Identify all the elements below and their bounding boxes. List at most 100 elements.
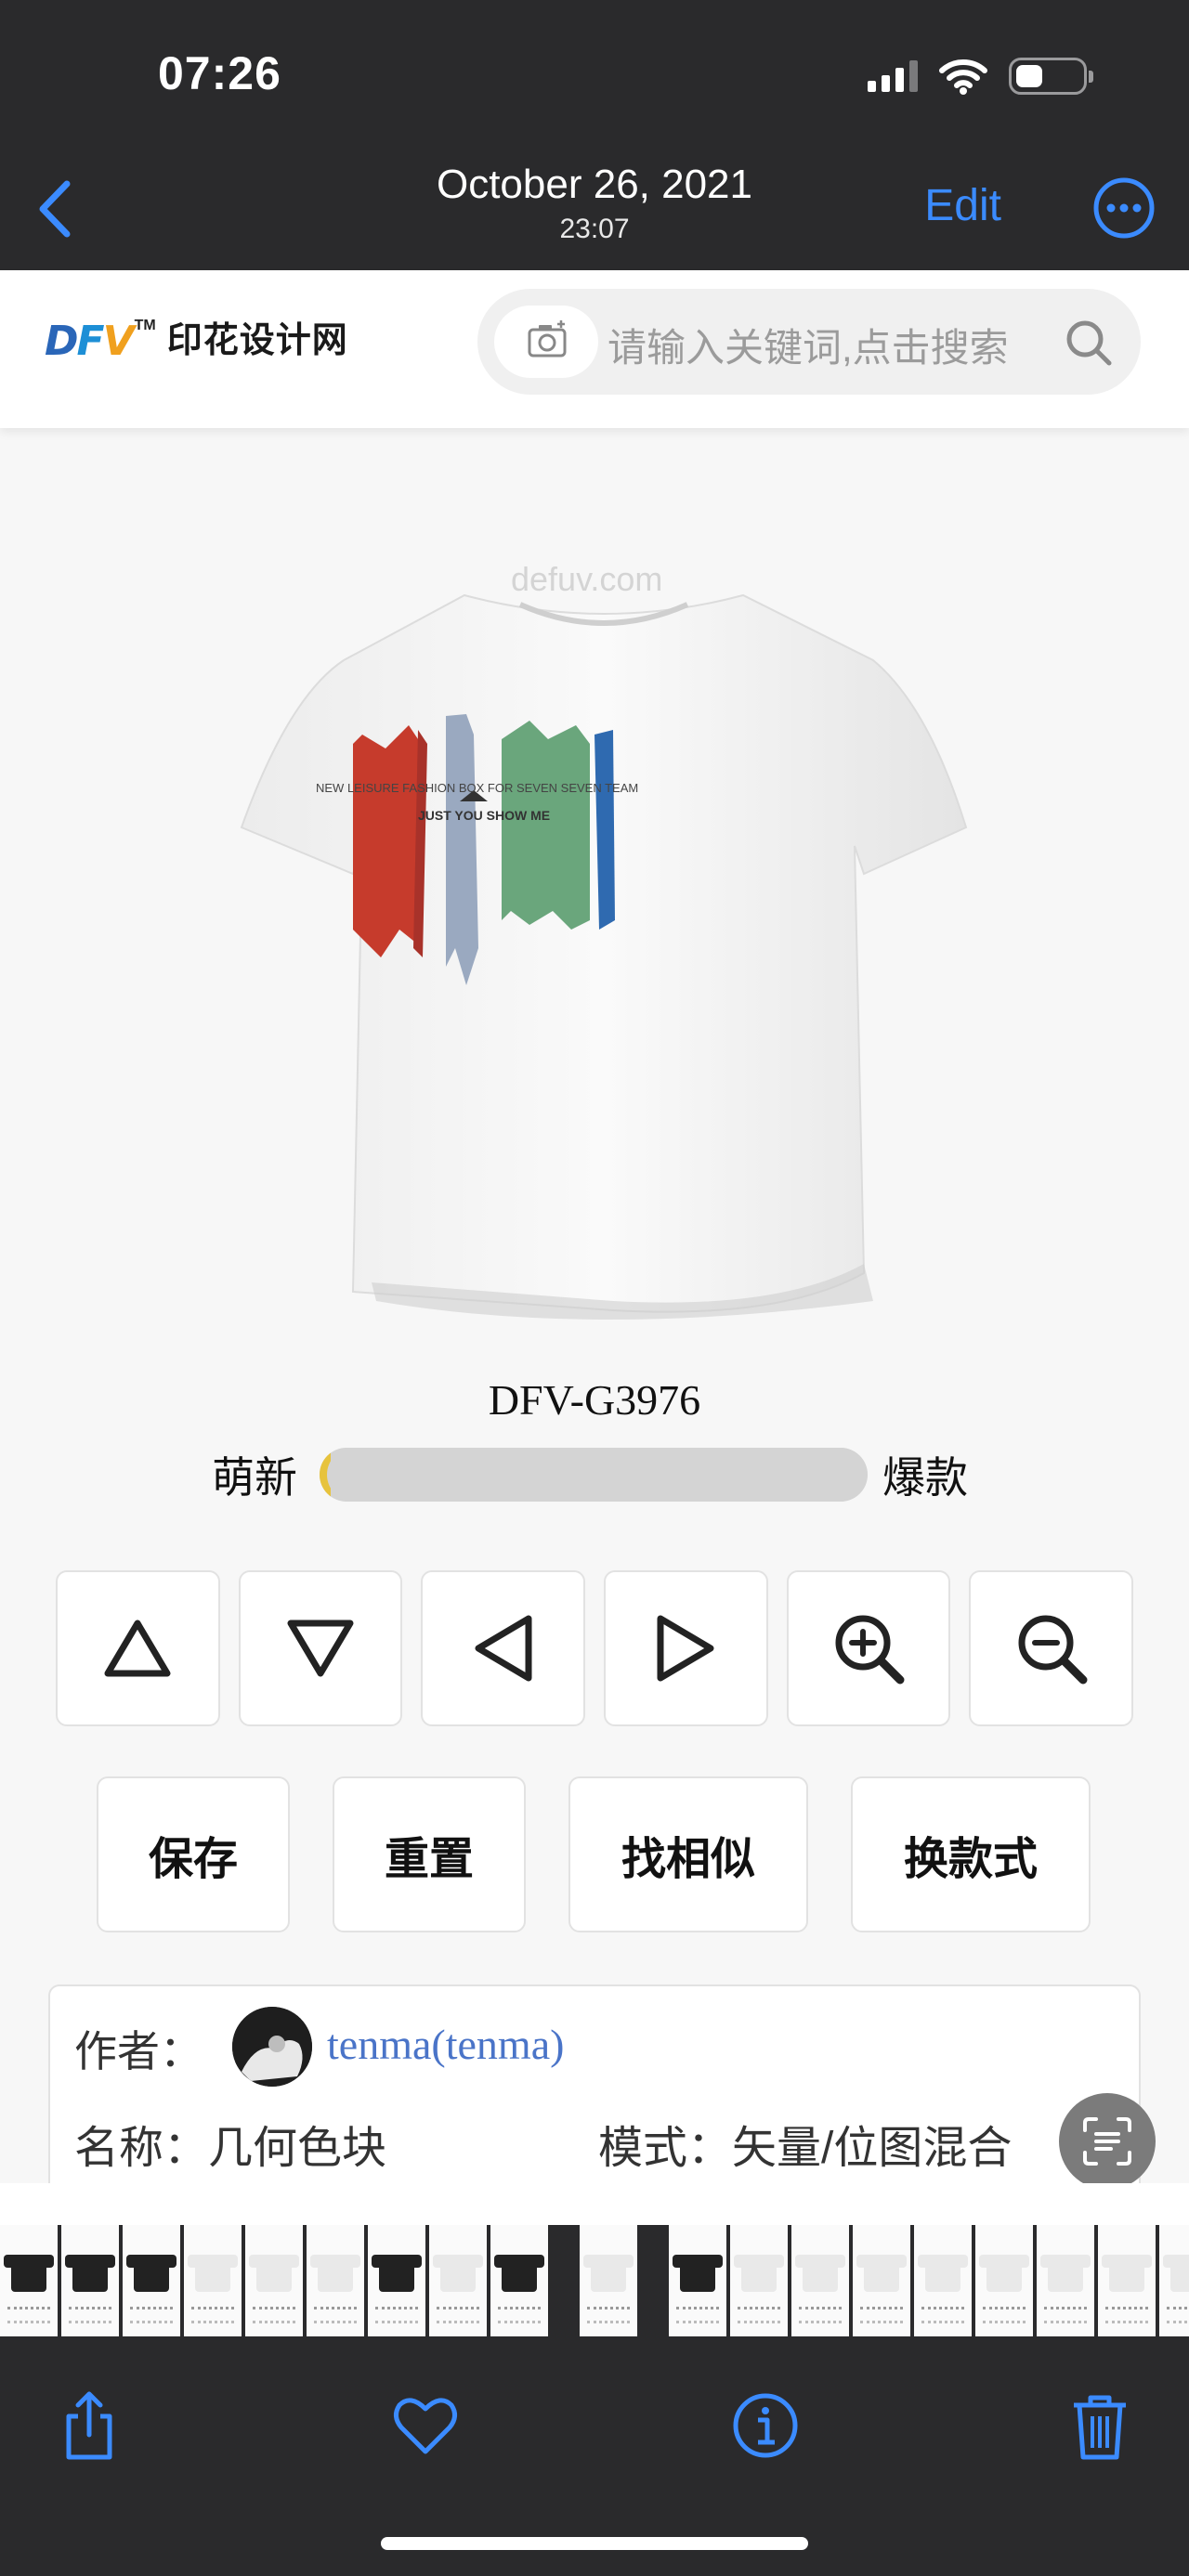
filmstrip-thumbnail[interactable] <box>123 2225 180 2336</box>
thumbnail-caption <box>738 2307 780 2323</box>
photo-toolbar <box>0 2336 1189 2576</box>
cellular-signal-icon <box>868 60 918 92</box>
thumbnail-caption <box>921 2307 964 2323</box>
triangle-up-icon <box>104 1620 171 1677</box>
thumbnail-caption <box>587 2307 630 2323</box>
thumbnail-caption <box>1167 2307 1189 2323</box>
design-code: DFV-G3976 <box>488 1376 701 1424</box>
thumbnail-shirt <box>795 2255 845 2292</box>
zoom-out-icon <box>1018 1615 1088 1685</box>
thumbnail-shirt <box>673 2255 723 2292</box>
change-style-button[interactable]: 换款式 <box>851 1776 1091 1932</box>
thumbnail-caption <box>253 2307 295 2323</box>
design-name: 名称：几何色块 <box>74 2124 387 2173</box>
logo-site-name: 印花设计网 <box>166 321 348 360</box>
thumbnail-caption <box>1044 2307 1087 2323</box>
live-text-button[interactable] <box>1059 2093 1156 2190</box>
filmstrip-thumbnail[interactable] <box>853 2225 910 2336</box>
search-icon[interactable] <box>1063 317 1115 369</box>
thumbnail-caption <box>860 2307 903 2323</box>
photo-date: October 26, 2021 <box>436 162 752 207</box>
design-mode: 模式：矢量/位图混合 <box>598 2124 1013 2173</box>
filmstrip-thumbnail[interactable] <box>669 2225 726 2336</box>
avatar-image <box>232 2007 312 2087</box>
thumbnail-shirt <box>1163 2255 1189 2292</box>
filmstrip-thumbnail[interactable] <box>730 2225 788 2336</box>
move-left-button[interactable] <box>421 1570 586 1726</box>
live-text-icon <box>1083 2117 1131 2166</box>
filmstrip-thumbnail[interactable] <box>368 2225 425 2336</box>
thumbnail-shirt <box>979 2255 1029 2292</box>
move-down-button[interactable] <box>238 1570 403 1726</box>
photo-navigation-bar: October 26, 2021 23:07 Edit <box>0 149 1189 270</box>
site-header: DFV TM 印花设计网 请输入关键词,点击搜索 <box>0 270 1189 428</box>
heart-icon[interactable] <box>388 2388 463 2463</box>
filmstrip-thumbnail[interactable] <box>580 2225 637 2336</box>
thumbnail-caption <box>437 2307 479 2323</box>
move-right-button[interactable] <box>604 1570 768 1726</box>
thumbnail-caption <box>498 2307 541 2323</box>
filmstrip-thumbnail[interactable] <box>184 2225 242 2336</box>
meter-track <box>320 1448 868 1502</box>
reset-button[interactable]: 重置 <box>333 1776 526 1932</box>
move-up-button[interactable] <box>56 1570 220 1726</box>
thumbnail-shirt <box>188 2255 238 2292</box>
thumbnail-caption <box>676 2307 719 2323</box>
search-placeholder[interactable]: 请输入关键词,点击搜索 <box>608 317 1009 373</box>
status-bar: 07:26 <box>0 0 1189 149</box>
thumbnail-caption <box>1105 2307 1148 2323</box>
status-icons <box>868 58 1093 95</box>
photo-timestamp: October 26, 2021 23:07 <box>0 162 1189 245</box>
filmstrip-thumbnail[interactable] <box>245 2225 303 2336</box>
zoom-in-button[interactable] <box>786 1570 951 1726</box>
filmstrip-thumbnail[interactable] <box>1037 2225 1094 2336</box>
tshirt-mockup-image[interactable]: NEW LEISURE FASHION BOX FOR SEVEN SEVEN … <box>223 577 985 1338</box>
thumbnail-shirt <box>65 2255 115 2292</box>
thumbnail-shirt <box>433 2255 483 2292</box>
filmstrip-thumbnail[interactable] <box>914 2225 972 2336</box>
thumbnail-caption <box>375 2307 418 2323</box>
thumbnail-caption <box>69 2307 111 2323</box>
thumbnail-caption <box>314 2307 357 2323</box>
info-icon[interactable] <box>728 2388 803 2463</box>
thumbnail-shirt <box>494 2255 544 2292</box>
filmstrip-thumbnail[interactable] <box>1098 2225 1156 2336</box>
web-page: DFV TM 印花设计网 请输入关键词,点击搜索 defuv.com NEW L… <box>0 270 1189 2183</box>
meter-max-label: 爆款 <box>882 1453 968 1502</box>
share-icon[interactable] <box>52 2388 126 2463</box>
filmstrip-thumbnail[interactable] <box>0 2225 58 2336</box>
filmstrip-thumbnail[interactable] <box>975 2225 1033 2336</box>
image-search-button[interactable] <box>494 306 598 378</box>
thumbnail-caption <box>799 2307 842 2323</box>
photo-filmstrip[interactable] <box>0 2225 1189 2336</box>
author-name-link[interactable]: tenma(tenma) <box>327 2020 564 2069</box>
more-options-icon[interactable] <box>1092 176 1156 240</box>
filmstrip-thumbnail[interactable] <box>1159 2225 1189 2336</box>
camera-icon <box>528 320 567 358</box>
filmstrip-thumbnail[interactable] <box>490 2225 548 2336</box>
status-time: 07:26 <box>158 47 281 99</box>
find-similar-button[interactable]: 找相似 <box>568 1776 808 1932</box>
filmstrip-thumbnail[interactable] <box>307 2225 364 2336</box>
author-avatar[interactable] <box>232 2007 312 2087</box>
thumbnail-shirt <box>1040 2255 1091 2292</box>
thumbnail-shirt <box>310 2255 360 2292</box>
transform-controls <box>56 1570 1134 1726</box>
filmstrip-thumbnail[interactable] <box>791 2225 849 2336</box>
meter-min-label: 萌新 <box>212 1453 297 1502</box>
product-preview: defuv.com NEW LEISURE FASHION BOX FOR SE… <box>0 512 1189 1635</box>
triangle-left-icon <box>475 1615 532 1682</box>
thumbnail-shirt <box>856 2255 907 2292</box>
search-bar[interactable]: 请输入关键词,点击搜索 <box>477 289 1141 395</box>
filmstrip-spacer <box>0 2183 1189 2225</box>
zoom-out-button[interactable] <box>969 1570 1134 1726</box>
save-button[interactable]: 保存 <box>97 1776 290 1932</box>
thumbnail-caption <box>191 2307 234 2323</box>
filmstrip-thumbnail[interactable] <box>429 2225 487 2336</box>
filmstrip-thumbnail[interactable] <box>61 2225 119 2336</box>
edit-button[interactable]: Edit <box>924 180 1001 231</box>
trash-icon[interactable] <box>1063 2388 1137 2463</box>
thumbnail-shirt <box>734 2255 784 2292</box>
site-logo[interactable]: DFV TM 印花设计网 <box>45 311 348 362</box>
thumbnail-shirt <box>4 2255 54 2292</box>
